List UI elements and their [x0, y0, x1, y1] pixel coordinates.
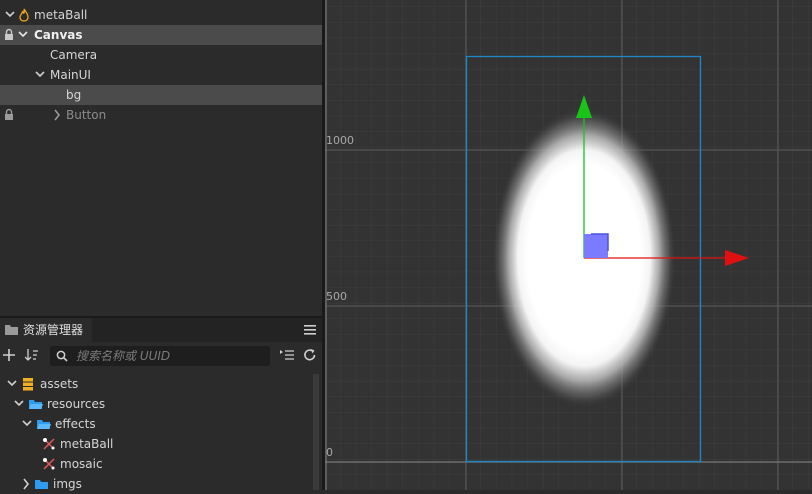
search-placeholder: 搜索名称或 UUID: [76, 349, 171, 363]
chevron-down-icon[interactable]: [35, 68, 45, 82]
hierarchy-panel: metaBall Canvas Camera MainUI bg Button: [0, 0, 322, 316]
asset-item-effects[interactable]: effects: [0, 414, 322, 434]
chevron-right-icon[interactable]: [52, 108, 62, 122]
asset-label: effects: [55, 417, 96, 431]
asset-label: imgs: [53, 477, 82, 491]
folder-icon: [5, 325, 18, 335]
effect-icon: [43, 458, 55, 470]
chevron-down-icon[interactable]: [18, 28, 28, 42]
asset-item-assets[interactable]: assets: [0, 374, 322, 394]
assets-header: 资源管理器: [0, 318, 322, 342]
asset-label: assets: [40, 377, 79, 391]
collapse-all-icon[interactable]: [280, 349, 294, 361]
ruler-label: 1000: [326, 134, 354, 147]
lock-icon[interactable]: [4, 28, 14, 41]
node-label: Canvas: [34, 28, 83, 42]
tab-assets[interactable]: 资源管理器: [0, 318, 92, 342]
assets-toolbar: 搜索名称或 UUID: [0, 342, 322, 370]
search-icon: [56, 350, 68, 362]
scene-canvas[interactable]: 1000 500 0: [325, 0, 812, 490]
asset-label: resources: [47, 397, 106, 411]
node-label: metaBall: [34, 8, 88, 22]
asset-tree: assets resources effects metaBall mosaic…: [0, 374, 322, 491]
node-label: bg: [66, 88, 82, 102]
asset-item-mosaic[interactable]: mosaic: [0, 454, 322, 474]
asset-item-imgs[interactable]: imgs: [0, 474, 322, 494]
lock-icon[interactable]: [4, 108, 14, 121]
search-input[interactable]: 搜索名称或 UUID: [50, 346, 270, 366]
asset-item-resources[interactable]: resources: [0, 394, 322, 414]
database-icon: [23, 378, 33, 391]
refresh-icon[interactable]: [303, 348, 317, 362]
node-canvas[interactable]: Canvas: [0, 25, 322, 45]
node-label: MainUI: [50, 68, 91, 82]
ruler-label: 500: [326, 290, 347, 303]
node-label: Camera: [50, 48, 98, 62]
node-mainui[interactable]: MainUI: [0, 65, 322, 85]
node-button[interactable]: Button: [0, 105, 322, 125]
menu-icon[interactable]: [304, 325, 316, 335]
sort-icon[interactable]: [25, 348, 39, 362]
flame-icon: [19, 8, 29, 22]
chevron-down-icon[interactable]: [22, 417, 32, 431]
plus-icon[interactable]: [3, 349, 15, 361]
chevron-down-icon[interactable]: [14, 397, 24, 411]
scene-view[interactable]: 1000 500 0: [325, 0, 812, 490]
chevron-right-icon[interactable]: [21, 477, 31, 491]
node-metaball[interactable]: metaBall: [0, 5, 322, 25]
asset-label: metaBall: [60, 437, 114, 451]
asset-item-metaball[interactable]: metaBall: [0, 434, 322, 454]
xy-plane-handle[interactable]: [584, 234, 608, 258]
ruler-label: 0: [326, 446, 333, 459]
asset-scrollbar[interactable]: [313, 374, 319, 490]
folder-open-icon: [29, 400, 43, 409]
node-camera[interactable]: Camera: [0, 45, 322, 65]
left-panel: metaBall Canvas Camera MainUI bg Button …: [0, 0, 322, 491]
asset-label: mosaic: [60, 457, 103, 471]
effect-icon: [43, 438, 55, 450]
folder-icon: [35, 480, 48, 489]
tab-label: 资源管理器: [23, 323, 84, 337]
chevron-down-icon[interactable]: [7, 377, 17, 391]
chevron-down-icon[interactable]: [5, 8, 15, 22]
node-label: Button: [66, 108, 107, 122]
folder-open-icon: [37, 420, 51, 429]
node-bg[interactable]: bg: [0, 85, 322, 105]
